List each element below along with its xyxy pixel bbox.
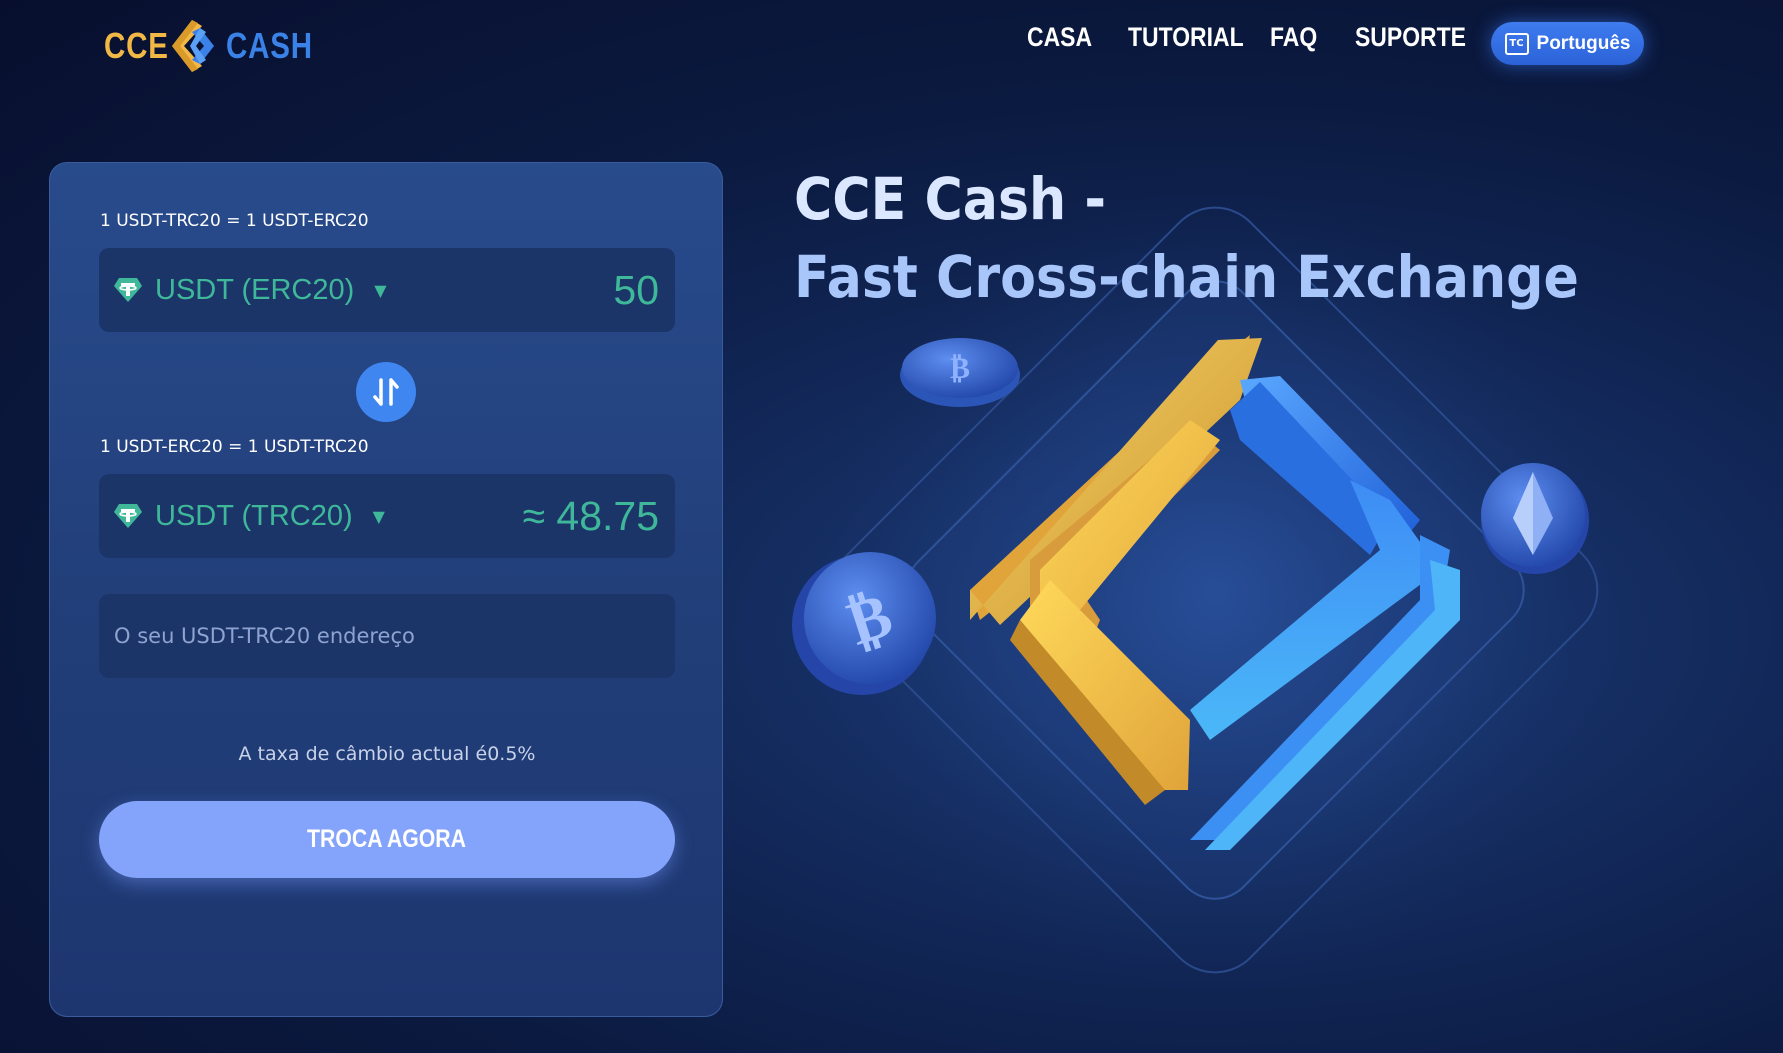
- to-rate-label: 1 USDT-ERC20 = 1 USDT-TRC20: [100, 437, 369, 457]
- hero-title: CCE Cash - Fast Cross-chain Exchange: [794, 160, 1579, 316]
- nav-faq[interactable]: FAQ: [1270, 22, 1317, 53]
- swap-button[interactable]: [356, 362, 416, 422]
- to-amount: ≈ 48.75: [522, 492, 660, 539]
- exchange-now-label: TROCA AGORA: [307, 825, 467, 853]
- exchange-card: 1 USDT-TRC20 = 1 USDT-ERC20 USDT (ERC20)…: [49, 162, 723, 1017]
- tether-icon: [114, 278, 142, 302]
- translate-icon: TC: [1504, 32, 1529, 55]
- from-field: USDT (ERC20) ▼ 50: [99, 248, 675, 332]
- header: CCE CASH CASA TUTORIAL FAQ SUPORTE TC Po…: [0, 0, 1783, 90]
- logo-text-cce: CCE: [104, 25, 169, 66]
- logo[interactable]: CCE CASH: [104, 16, 332, 76]
- tether-icon: [114, 504, 142, 528]
- from-coin-select[interactable]: USDT (ERC20) ▼: [113, 248, 387, 332]
- to-field: USDT (TRC20) ▼ ≈ 48.75: [99, 474, 675, 558]
- nav-home[interactable]: CASA: [1027, 22, 1092, 53]
- exchange-now-button[interactable]: TROCA AGORA: [99, 801, 675, 878]
- to-coin-name: USDT (TRC20): [155, 499, 353, 532]
- to-coin-select[interactable]: USDT (TRC20) ▼: [113, 474, 385, 558]
- logo-mark-icon: [172, 20, 214, 72]
- from-coin-name: USDT (ERC20): [155, 273, 355, 306]
- address-input[interactable]: [99, 594, 675, 678]
- hero-title-line1: CCE Cash -: [794, 165, 1107, 233]
- from-amount[interactable]: 50: [613, 248, 659, 332]
- language-button[interactable]: TC Português: [1491, 22, 1644, 65]
- chevron-down-icon: ▼: [374, 280, 387, 300]
- from-rate-label: 1 USDT-TRC20 = 1 USDT-ERC20: [100, 211, 369, 231]
- swap-icon: [373, 378, 399, 406]
- chevron-down-icon: ▼: [372, 506, 385, 526]
- language-label: Português: [1536, 32, 1631, 54]
- logo-text-cash: CASH: [226, 25, 313, 66]
- svg-text:₿: ₿: [950, 351, 970, 386]
- nav-support[interactable]: SUPORTE: [1355, 22, 1466, 53]
- hero-title-line2: Fast Cross-chain Exchange: [794, 243, 1579, 311]
- nav-tutorial[interactable]: TUTORIAL: [1128, 22, 1244, 53]
- fee-text: A taxa de câmbio actual é0.5%: [238, 743, 536, 765]
